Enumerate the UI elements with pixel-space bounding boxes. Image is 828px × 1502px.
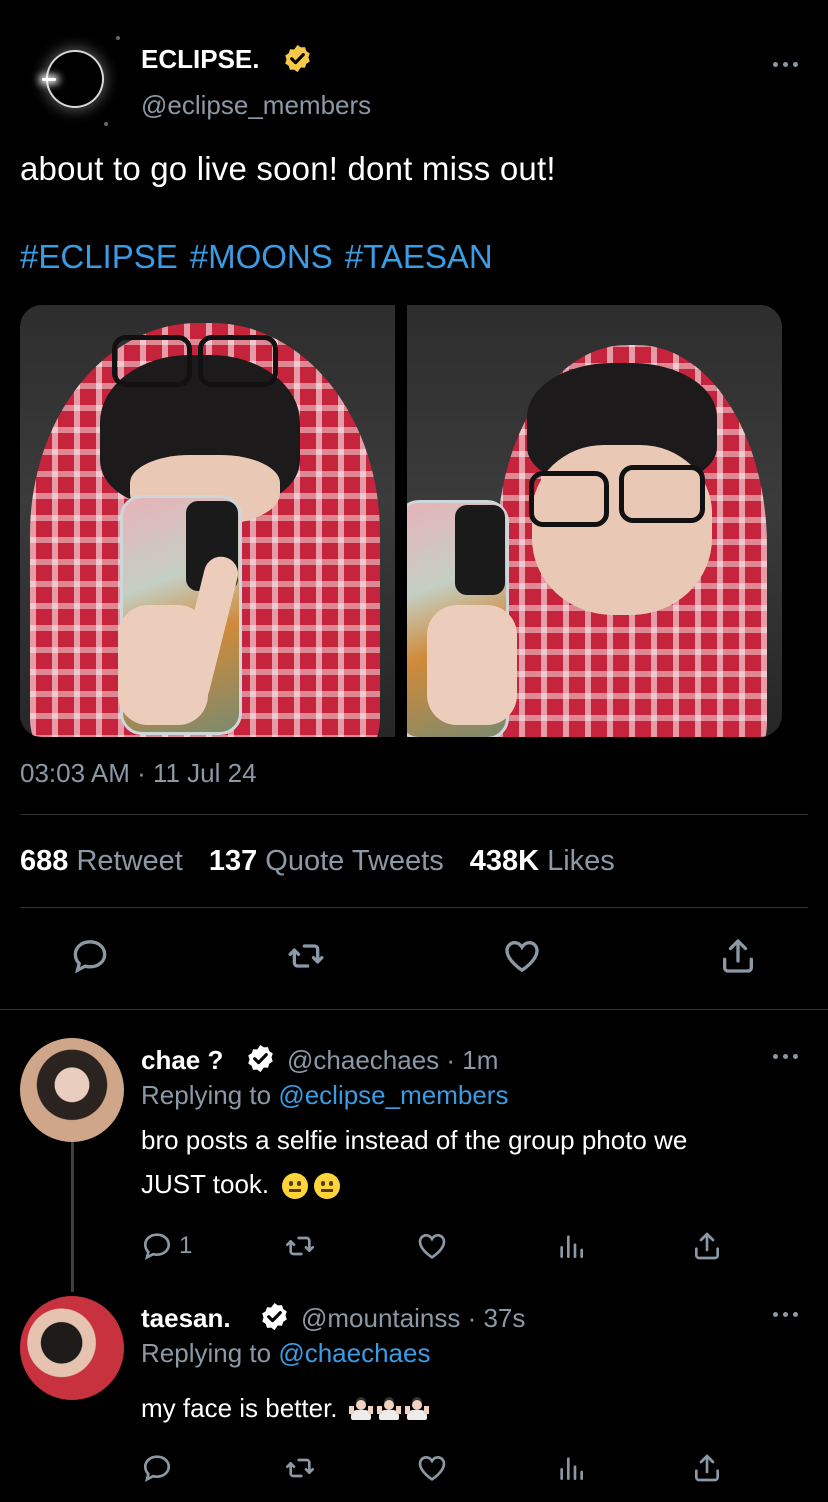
media-photo-2[interactable] — [407, 305, 782, 737]
retweet-icon[interactable] — [284, 1230, 316, 1262]
reply-icon[interactable] — [70, 936, 110, 976]
tweet-text: about to go live soon! dont miss out! — [20, 150, 556, 187]
views-icon[interactable] — [555, 1452, 587, 1484]
divider — [20, 907, 808, 908]
reply-meta: @chaechaes · 1m — [287, 1045, 499, 1075]
avatar-sparkle — [116, 36, 120, 40]
divider — [20, 814, 808, 815]
reply-avatar[interactable] — [20, 1296, 124, 1400]
verified-gold-icon — [285, 44, 310, 73]
neutral-face-emoji — [282, 1173, 309, 1200]
replying-to-link[interactable]: @eclipse_members — [278, 1080, 508, 1110]
reply-handle[interactable]: @mountainss — [301, 1303, 460, 1333]
shrug-emoji — [348, 1398, 373, 1422]
reply-button[interactable]: 1 — [141, 1230, 192, 1262]
reply-icon — [143, 1233, 171, 1260]
reply-meta: @mountainss · 37s — [301, 1303, 526, 1333]
reply-time[interactable]: 37s — [483, 1303, 525, 1333]
quotes-stat[interactable]: 137 Quote Tweets — [209, 845, 444, 878]
more-icon[interactable] — [771, 1308, 801, 1320]
reply-author-name[interactable]: chae ? — [141, 1045, 223, 1076]
replying-to: Replying to @eclipse_members — [141, 1080, 509, 1110]
views-icon[interactable] — [555, 1230, 587, 1262]
tweet-media — [20, 305, 782, 737]
hashtag-link[interactable]: #MOONS — [190, 238, 333, 275]
reply-count: 1 — [179, 1232, 193, 1259]
reply-text: my face is better. — [141, 1386, 429, 1430]
hashtags: #ECLIPSE #MOONS #TAESAN — [20, 238, 505, 276]
share-icon[interactable] — [691, 1452, 723, 1484]
hashtag-link[interactable]: #TAESAN — [345, 238, 493, 275]
reply-avatar[interactable] — [20, 1038, 124, 1142]
media-photo-1[interactable] — [20, 305, 395, 737]
hashtag-link[interactable]: #ECLIPSE — [20, 238, 178, 275]
verified-icon — [262, 1302, 287, 1331]
author-handle[interactable]: @eclipse_members — [141, 90, 371, 121]
retweet-icon[interactable] — [286, 936, 326, 976]
reply-author-name[interactable]: taesan. — [141, 1303, 231, 1334]
more-icon[interactable] — [771, 58, 801, 70]
reply-handle[interactable]: @chaechaes — [287, 1045, 439, 1075]
replying-to: Replying to @chaechaes — [141, 1338, 431, 1368]
eclipse-flare — [42, 78, 56, 81]
like-icon[interactable] — [416, 1230, 448, 1262]
shrug-emoji — [404, 1398, 429, 1422]
likes-stat[interactable]: 438K Likes — [470, 845, 615, 878]
retweets-stat[interactable]: 688 Retweet — [20, 845, 183, 878]
retweet-icon[interactable] — [284, 1452, 316, 1484]
verified-icon — [248, 1044, 273, 1073]
shrug-emoji — [376, 1398, 401, 1422]
thread-line — [71, 1142, 74, 1292]
tweet-timestamp[interactable]: 03:03 AM · 11 Jul 24 — [20, 758, 257, 789]
more-icon[interactable] — [771, 1050, 801, 1062]
like-icon[interactable] — [502, 936, 542, 976]
tweet-stats: 688 Retweet 137 Quote Tweets 438K Likes — [20, 845, 615, 878]
reply-icon[interactable] — [141, 1452, 173, 1484]
replying-to-link[interactable]: @chaechaes — [278, 1338, 430, 1368]
share-icon[interactable] — [718, 936, 758, 976]
reply-time[interactable]: 1m — [462, 1045, 498, 1075]
author-name[interactable]: ECLIPSE. — [141, 44, 259, 75]
share-icon[interactable] — [691, 1230, 723, 1262]
neutral-face-emoji — [314, 1173, 341, 1200]
reply-text: bro posts a selfie instead of the group … — [141, 1125, 688, 1200]
author-avatar[interactable] — [20, 22, 130, 132]
divider — [0, 1009, 828, 1010]
like-icon[interactable] — [416, 1452, 448, 1484]
eclipse-graphic — [48, 52, 102, 106]
avatar-sparkle — [104, 122, 108, 126]
